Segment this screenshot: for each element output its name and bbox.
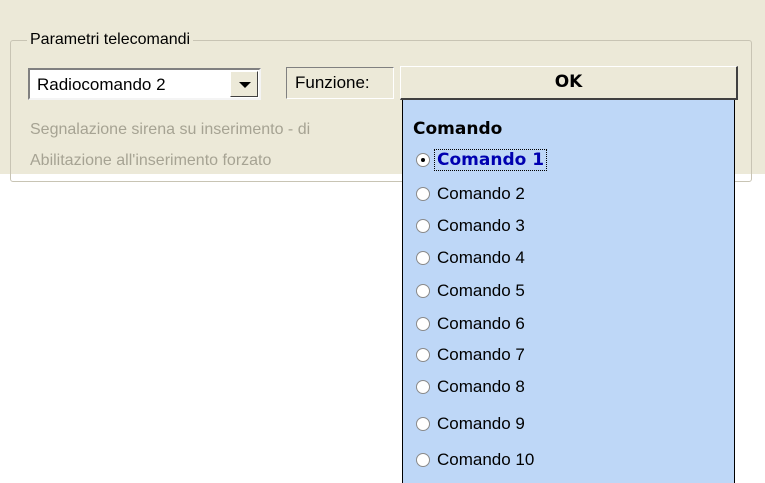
option-label: Comando 8 <box>437 377 525 396</box>
radio-icon[interactable] <box>416 187 430 201</box>
option-label: Comando 3 <box>437 216 525 235</box>
option-label: Comando 4 <box>437 248 525 267</box>
radiocomando-combobox[interactable]: Radiocomando 2 <box>28 68 261 100</box>
option-label: Comando 2 <box>437 184 525 203</box>
dropdown-header: Comando <box>413 119 503 139</box>
function-label: Funzione: <box>286 67 394 99</box>
radio-icon[interactable] <box>416 348 430 362</box>
radio-icon[interactable] <box>416 284 430 298</box>
radio-checked-icon[interactable] <box>416 153 430 167</box>
option-label: Comando 1 <box>433 149 548 171</box>
radio-icon[interactable] <box>416 417 430 431</box>
radio-icon[interactable] <box>416 251 430 265</box>
option-label: Comando 10 <box>437 450 535 469</box>
radio-icon[interactable] <box>416 380 430 394</box>
radio-icon[interactable] <box>416 219 430 233</box>
option-label: Comando 7 <box>437 345 525 364</box>
option-label: Comando 5 <box>437 281 525 300</box>
radio-icon[interactable] <box>416 317 430 331</box>
chevron-down-icon[interactable] <box>230 71 258 97</box>
disabled-option-siren: Segnalazione sirena su inserimento - di <box>30 121 311 138</box>
group-title: Parametri telecomandi <box>27 30 194 50</box>
option-label: Comando 9 <box>437 414 525 433</box>
option-label: Comando 6 <box>437 314 525 333</box>
command-dropdown: Comando Comando 1 Comando 2 Comando 3 Co… <box>402 100 735 483</box>
ok-button[interactable]: OK <box>400 66 738 100</box>
disabled-option-forced: Abilitazione all'inserimento forzato <box>30 152 272 169</box>
combobox-value: Radiocomando 2 <box>37 75 166 94</box>
radio-icon[interactable] <box>416 453 430 467</box>
